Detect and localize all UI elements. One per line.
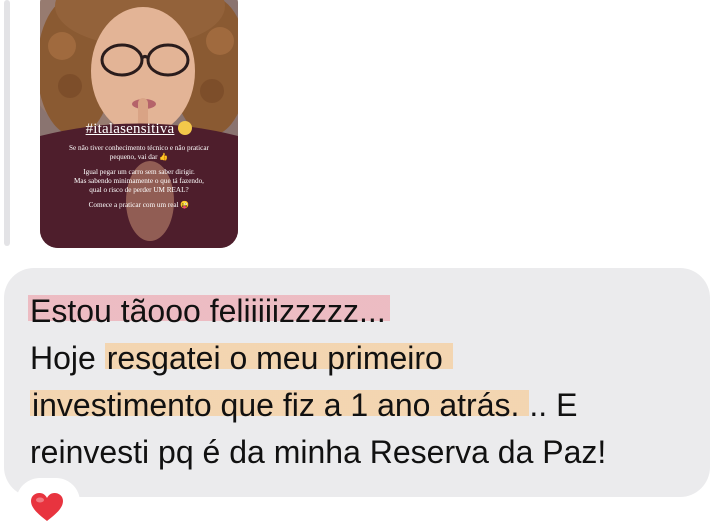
message-line: Hoje resgatei o meu primeiro: [30, 335, 710, 382]
message-text-span: .. E: [529, 387, 578, 423]
heart-icon[interactable]: [30, 492, 64, 522]
story-hashtag: #italasensitiva: [85, 121, 175, 137]
reply-indicator-bar: [4, 0, 10, 246]
story-caption-line: Mas sabendo minimamente o que tá fazendo…: [74, 177, 204, 185]
story-caption-line: qual o risco de perder UM REAL?: [89, 186, 189, 194]
highlighted-text: resgatei o meu primeiro: [104, 340, 453, 376]
message-line: Estou tãooo feliiiiizzzzz...: [28, 288, 710, 335]
message-text-span: reinvesti pq é da minha Reserva da Paz!: [30, 434, 607, 470]
message-text: Estou tãooo feliiiiizzzzz... Hoje resgat…: [28, 288, 710, 476]
story-caption-line: Se não tiver conhecimento técnico e não …: [69, 144, 209, 152]
grimace-emoji-icon: [178, 121, 193, 135]
message-line: reinvesti pq é da minha Reserva da Paz!: [30, 429, 710, 476]
story-caption-line: pequeno, vai dar 👍: [109, 153, 169, 161]
highlighted-text: investimento que fiz a 1 ano atrás.: [30, 387, 530, 423]
story-text-overlay: #italasensitiva Se não tiver conheciment…: [40, 120, 238, 210]
message-line: investimento que fiz a 1 ano atrás... E: [30, 382, 710, 429]
highlighted-text: Estou tãooo feliiiiizzzzz...: [28, 293, 390, 329]
message-text-span: Hoje: [30, 340, 105, 376]
story-reply-preview[interactable]: #italasensitiva Se não tiver conheciment…: [40, 0, 238, 248]
story-caption-line: Comece a praticar com um real 😜: [88, 201, 190, 209]
story-caption-line: Igual pegar um carro sem saber dirigir.: [83, 168, 195, 176]
